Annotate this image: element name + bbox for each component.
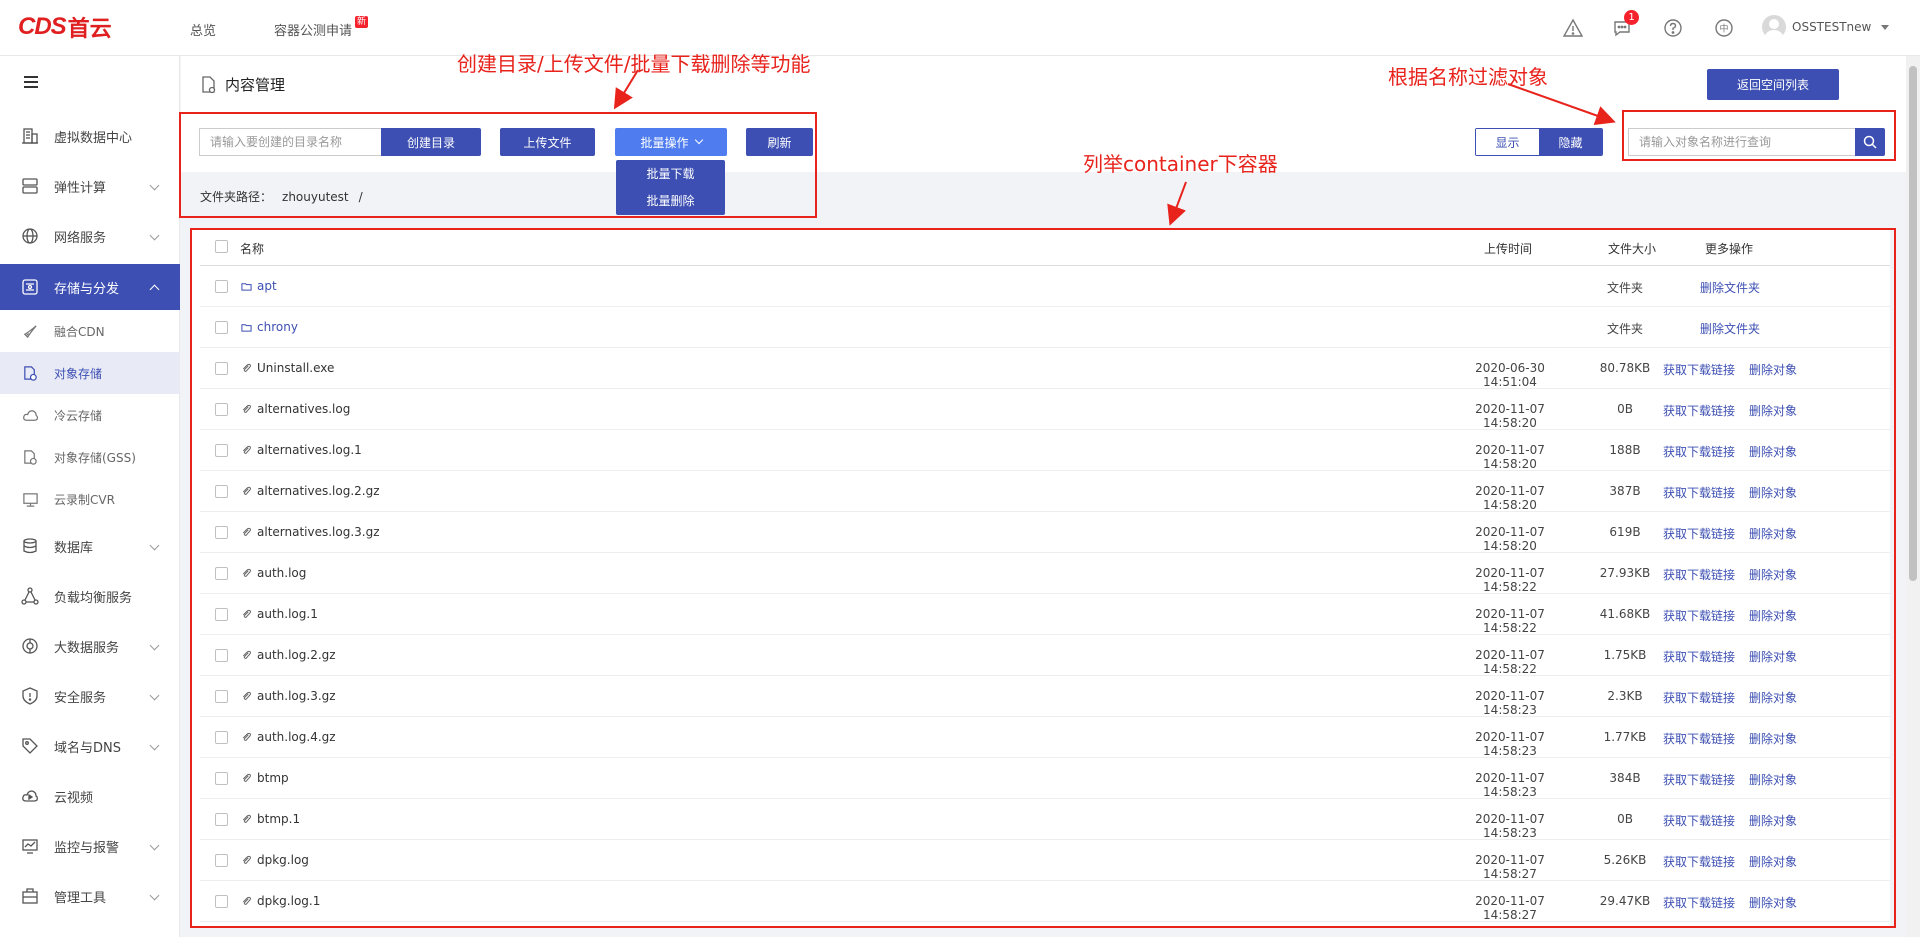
batch-delete-menu-item[interactable]: 批量删除 bbox=[616, 187, 725, 214]
batch-download-menu-item[interactable]: 批量下载 bbox=[616, 160, 725, 187]
batch-operation-menu: 批量下载 批量删除 bbox=[616, 160, 725, 215]
scrollbar-thumb[interactable] bbox=[1909, 66, 1917, 581]
annotation-arrows bbox=[613, 69, 1616, 226]
page-scrollbar[interactable] bbox=[1906, 56, 1920, 937]
